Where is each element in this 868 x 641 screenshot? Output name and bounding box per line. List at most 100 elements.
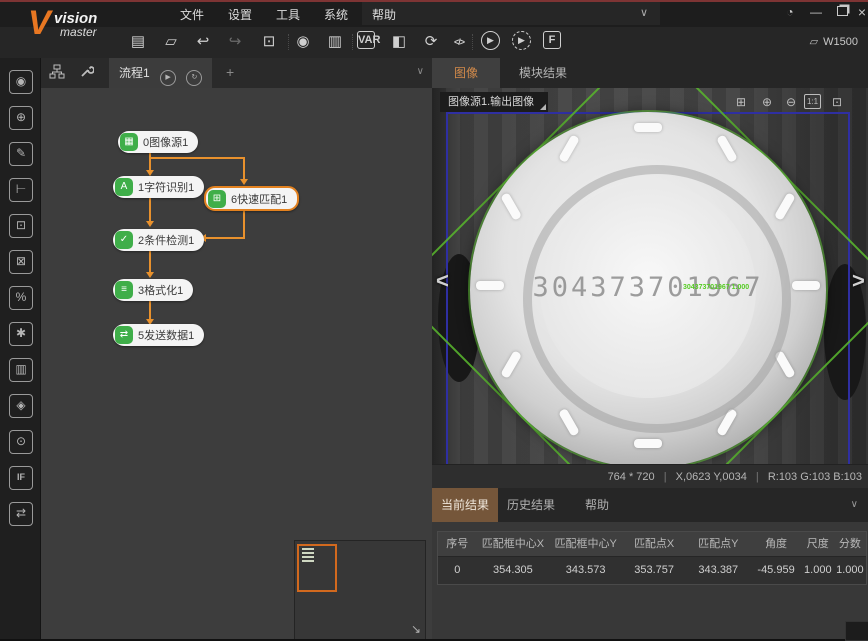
open-folder-icon[interactable]: ▱ — [160, 31, 182, 53]
color-fill-icon[interactable]: ◈ — [9, 394, 33, 418]
zoom-out-icon[interactable]: ⊖ — [782, 94, 800, 110]
acquisition-camera-icon[interactable]: ◉ — [9, 70, 33, 94]
location-target-icon[interactable]: ⊕ — [9, 106, 33, 130]
wrench-icon[interactable] — [79, 64, 94, 82]
histogram-icon[interactable]: ▥ — [9, 358, 33, 382]
col-match-point-x: 匹配点X — [622, 532, 686, 556]
table-row[interactable]: 0 354.305 343.573 353.757 343.387 -45.95… — [438, 556, 866, 584]
flow-canvas[interactable]: ▦ 0图像源1 A 1字符识别1 ⊞ 6快速匹配1 ✓ 2条件检测1 ≡ 3格式… — [41, 88, 432, 639]
data-transfer-icon[interactable]: ⇄ — [9, 502, 33, 526]
cap-lug — [500, 192, 522, 221]
run-once-icon[interactable]: ▶ — [481, 31, 500, 50]
menu-help[interactable]: 帮助 — [372, 6, 396, 23]
tool-sidebar: ◉ ⊕ ✎ ⊢ ⊡ ⊠ % ✱ ▥ ◈ ⊙ IF ⇄ — [0, 58, 41, 639]
restore-button[interactable] — [832, 4, 852, 21]
ocr-icon: A — [115, 178, 133, 196]
image-size: 764 * 720 — [608, 471, 655, 483]
undo-icon[interactable]: ↩ — [192, 31, 214, 53]
close-button[interactable]: × — [852, 4, 868, 21]
redo-icon[interactable]: ↪ — [224, 31, 246, 53]
one-to-one-icon[interactable]: 1:1 — [804, 94, 821, 109]
flow-run-icon[interactable]: ▶ — [160, 70, 176, 86]
variables-icon[interactable]: VAR — [357, 31, 375, 49]
workspace-label: W1500 — [823, 36, 858, 48]
performance-gauge-icon[interactable]: ◔ — [780, 4, 800, 21]
col-match-center-x: 匹配框中心X — [477, 532, 550, 556]
run-continuous-icon[interactable]: ▶ — [512, 31, 531, 50]
node-image-source[interactable]: ▦ 0图像源1 — [118, 131, 198, 153]
menu-strip — [362, 2, 660, 25]
menu-system[interactable]: 系统 — [324, 6, 348, 23]
image-status-bar: 764 * 720 | X,0623 Y,0034 | R:103 G:103 … — [432, 464, 868, 489]
script-icon[interactable]: </> — [448, 31, 470, 53]
flow-list-icon[interactable] — [49, 64, 65, 83]
flow-header-chevron-icon[interactable]: ∨ — [417, 66, 424, 77]
tab-help[interactable]: 帮助 — [572, 488, 622, 522]
connector — [149, 157, 245, 159]
pixel-rgb: R:103 G:103 B:103 — [768, 471, 862, 483]
zoom-in-icon[interactable]: ⊕ — [758, 94, 776, 110]
format-icon: ≡ — [115, 281, 133, 299]
pan-icon[interactable]: ⊞ — [732, 94, 750, 110]
menu-tools[interactable]: 工具 — [276, 6, 300, 23]
node-fast-match[interactable]: ⊞ 6快速匹配1 — [204, 186, 299, 211]
minimap-resize-icon[interactable]: ↘ — [411, 622, 421, 636]
cell-index: 0 — [438, 557, 477, 584]
minimap-node-mark — [302, 556, 314, 558]
minimize-button[interactable]: — — [806, 4, 826, 21]
timer-icon[interactable]: ⊙ — [9, 430, 33, 454]
node-format[interactable]: ≡ 3格式化1 — [113, 279, 193, 301]
image-config-icon[interactable]: ✱ — [9, 322, 33, 346]
compare-icon[interactable]: ◧ — [388, 31, 410, 53]
save-image-icon[interactable]: ⊡ — [258, 31, 280, 53]
flow-loop-run-icon[interactable]: ↻ — [186, 70, 202, 86]
workspace-switcher[interactable]: ▱W1500 — [810, 35, 858, 48]
cell-match-center-x: 354.305 — [477, 557, 550, 584]
tab-current-result[interactable]: 当前结果 — [432, 488, 498, 522]
deep-learning-icon[interactable]: ⊠ — [9, 250, 33, 274]
connector-arrow — [146, 272, 154, 278]
connector — [149, 301, 151, 321]
refresh-icon[interactable]: ⟳ — [420, 31, 442, 53]
connector — [243, 209, 245, 239]
connector — [149, 152, 151, 172]
toolbar-separator — [472, 34, 474, 50]
menu-settings[interactable]: 设置 — [228, 6, 252, 23]
image-edit-icon[interactable]: ✎ — [9, 142, 33, 166]
calibration-percent-icon[interactable]: % — [9, 286, 33, 310]
send-data-icon: ⇄ — [115, 326, 133, 344]
fit-window-icon[interactable]: ⊡ — [828, 94, 846, 110]
tab-history-result[interactable]: 历史结果 — [498, 488, 564, 522]
format-icon[interactable]: F — [543, 31, 561, 49]
connector — [205, 237, 245, 239]
camera-icon[interactable]: ◉ — [292, 31, 314, 53]
logo-v-icon: V — [28, 4, 51, 43]
cap-lug — [558, 134, 580, 163]
image-viewer[interactable]: 304373701967 304373701967 1.000 < > 图像源1… — [432, 88, 868, 464]
flow-minimap[interactable]: ↘ — [294, 540, 426, 639]
add-flow-button[interactable]: + — [226, 64, 234, 80]
connector — [243, 157, 245, 181]
node-send-data[interactable]: ⇄ 5发送数据1 — [113, 324, 204, 346]
if-logic-icon[interactable]: IF — [9, 466, 33, 490]
menubar-chevron-icon[interactable]: ∨ — [640, 6, 648, 19]
prev-image-chevron[interactable]: < — [436, 268, 449, 294]
node-condition-check[interactable]: ✓ 2条件检测1 — [113, 229, 204, 251]
node-char-recognition[interactable]: A 1字符识别1 — [113, 176, 204, 198]
col-angle: 角度 — [750, 532, 801, 556]
menu-file[interactable]: 文件 — [180, 6, 204, 23]
flow-tab-active[interactable]: 流程1 ▶ ↻ — [109, 58, 212, 88]
result-chevron-icon[interactable]: ∨ — [851, 499, 858, 510]
tab-module-result[interactable]: 模块结果 — [500, 58, 586, 88]
minimap-node-mark — [302, 548, 314, 550]
image-source-selector[interactable]: 图像源1.输出图像 — [440, 92, 548, 112]
next-image-chevron[interactable]: > — [852, 268, 865, 294]
io-config-icon[interactable]: ▥ — [324, 31, 346, 53]
measure-caliper-icon[interactable]: ⊢ — [9, 178, 33, 202]
col-match-center-y: 匹配框中心Y — [549, 532, 622, 556]
minimap-viewport[interactable] — [297, 544, 337, 592]
recognition-focus-icon[interactable]: ⊡ — [9, 214, 33, 238]
tab-image[interactable]: 图像 — [432, 58, 500, 88]
node-label: 2条件检测1 — [138, 232, 194, 248]
result-table[interactable]: 序号 匹配框中心X 匹配框中心Y 匹配点X 匹配点Y 角度 尺度 分数 0 35… — [437, 531, 867, 585]
